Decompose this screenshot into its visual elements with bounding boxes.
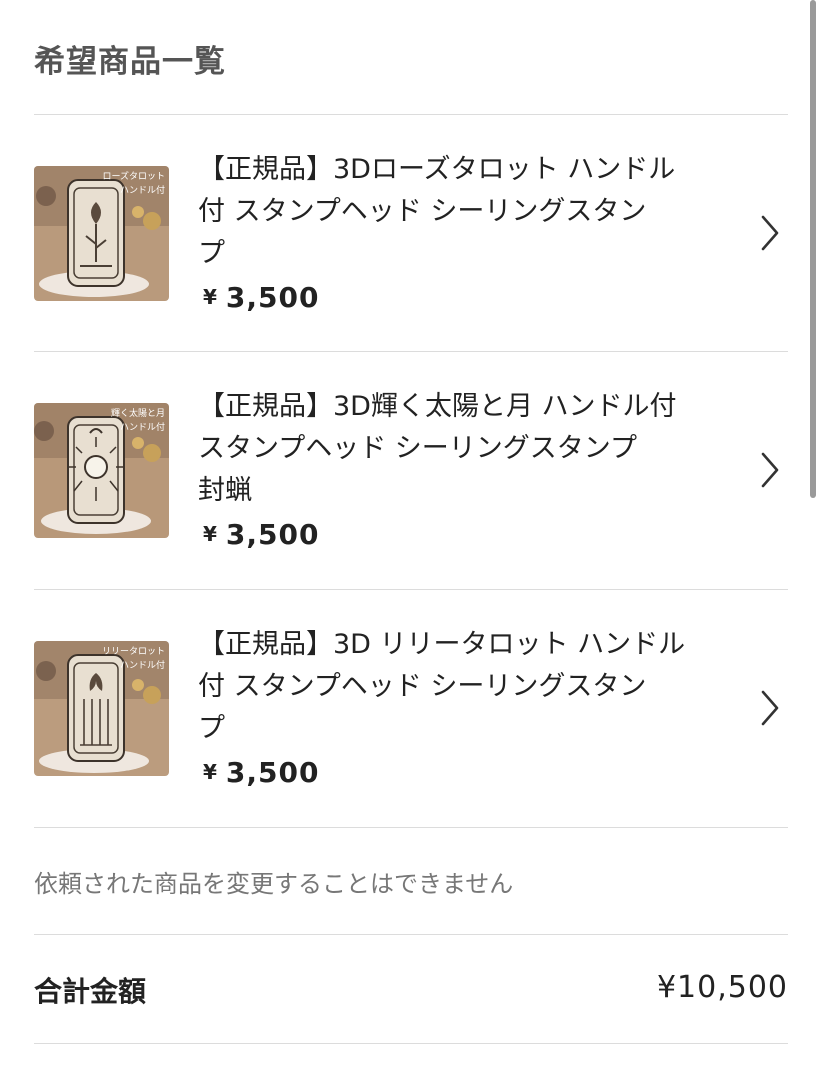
total-value: ¥10,500 — [656, 970, 788, 1005]
item-title-line: スタンプヘッド シーリングスタンプ — [198, 433, 637, 464]
change-notice: 依頼された商品を変更することはできません — [34, 870, 514, 898]
price-value: 3,500 — [225, 281, 320, 314]
divider — [34, 934, 788, 935]
item-title-line: 【正規品】3D リリータロット ハンドル — [198, 629, 686, 660]
divider — [34, 1043, 788, 1044]
item-title: 【正規品】3Dローズタロット ハンドル 付 スタンプヘッド シーリングスタン プ — [198, 149, 718, 275]
chevron-right-icon[interactable] — [757, 450, 783, 490]
thumbnail-caption: 輝く太陽と月 — [110, 409, 165, 419]
item-title-line: 【正規品】3D輝く太陽と月 ハンドル付 — [198, 391, 677, 422]
currency-symbol: ¥ — [203, 760, 218, 784]
currency-symbol: ¥ — [203, 285, 218, 309]
item-price: ¥3,500 — [203, 281, 320, 314]
page-title: 希望商品一覧 — [34, 44, 226, 80]
product-thumbnail: リリータロット ハンドル付 — [34, 641, 169, 776]
scrollbar[interactable] — [810, 0, 816, 498]
product-thumbnail: ローズタロット ハンドル付 — [34, 166, 169, 301]
thumbnail-caption: リリータロット — [101, 647, 165, 657]
item-title-line: プ — [198, 238, 225, 269]
divider — [34, 827, 788, 828]
chevron-right-icon[interactable] — [757, 688, 783, 728]
currency-symbol: ¥ — [203, 522, 218, 546]
item-title: 【正規品】3D輝く太陽と月 ハンドル付 スタンプヘッド シーリングスタンプ 封蝋 — [198, 386, 718, 512]
wish-item-3[interactable]: リリータロット ハンドル付 【正規品】3D リリータロット ハンドル 付 スタン… — [0, 590, 800, 826]
item-title-line: プ — [198, 713, 225, 744]
thumbnail-caption: ローズタロット — [102, 172, 165, 182]
thumbnail-caption: ハンドル付 — [119, 423, 165, 433]
item-price: ¥3,500 — [203, 518, 320, 551]
wish-item-2[interactable]: 輝く太陽と月 ハンドル付 【正規品】3D輝く太陽と月 ハンドル付 スタンプヘッド… — [0, 352, 800, 588]
product-thumbnail: 輝く太陽と月 ハンドル付 — [34, 403, 169, 538]
price-value: 3,500 — [225, 756, 320, 789]
thumbnail-caption: ハンドル付 — [119, 661, 165, 671]
item-title-line: 付 スタンプヘッド シーリングスタン — [198, 196, 647, 227]
wish-item-1[interactable]: ローズタロット ハンドル付 【正規品】3Dローズタロット ハンドル 付 スタンプ… — [0, 115, 800, 351]
item-title-line: 【正規品】3Dローズタロット ハンドル — [198, 154, 676, 185]
item-title-line: 封蝋 — [198, 475, 252, 506]
price-value: 3,500 — [225, 518, 320, 551]
item-title-line: 付 スタンプヘッド シーリングスタン — [198, 671, 647, 702]
total-label: 合計金額 — [34, 975, 147, 1008]
item-price: ¥3,500 — [203, 756, 320, 789]
item-title: 【正規品】3D リリータロット ハンドル 付 スタンプヘッド シーリングスタン … — [198, 624, 718, 750]
chevron-right-icon[interactable] — [757, 213, 783, 253]
thumbnail-caption: ハンドル付 — [119, 186, 165, 196]
